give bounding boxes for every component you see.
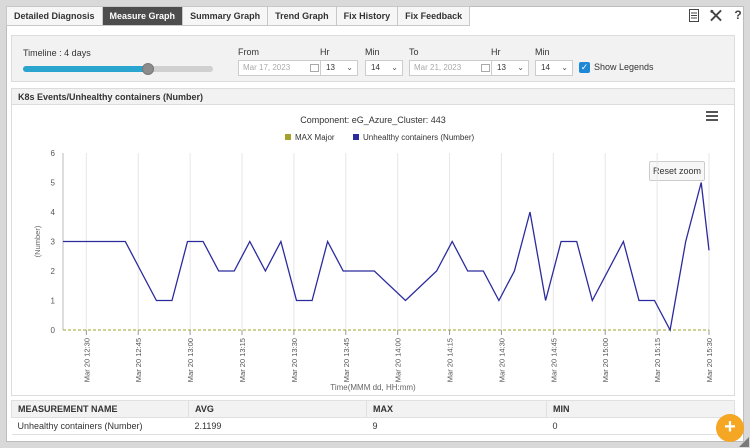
y-tick-label: 3 xyxy=(51,238,56,247)
table-row: Unhealthy containers (Number) 2.1199 9 0 xyxy=(11,417,735,435)
x-tick-label: Mar 20 13:00 xyxy=(186,338,195,382)
x-tick-label: Mar 20 14:45 xyxy=(549,338,558,382)
x-tick-label: Mar 20 14:30 xyxy=(497,338,506,382)
series-line-unhealthy-containers xyxy=(63,182,710,332)
x-tick-label: Mar 20 14:15 xyxy=(446,338,455,382)
to-min-select[interactable]: 14 ⌄ xyxy=(535,60,573,76)
resize-corner xyxy=(739,437,749,447)
legend-swatch-max-major xyxy=(285,134,291,140)
x-tick-label: Mar 20 13:30 xyxy=(290,338,299,382)
y-tick-label: 4 xyxy=(51,208,56,217)
from-min-value: 14 xyxy=(371,63,380,72)
col-min: MIN xyxy=(546,400,735,418)
legend-label-max-major: MAX Major xyxy=(295,133,335,142)
chevron-down-icon: ⌄ xyxy=(517,63,524,72)
show-legends-checkbox[interactable]: ✓ xyxy=(579,62,590,73)
y-axis-label: (Number) xyxy=(33,225,42,257)
legend-label-unhealthy: Unhealthy containers (Number) xyxy=(363,133,474,142)
cell-min: 0 xyxy=(546,417,735,435)
timeline-slider[interactable] xyxy=(23,63,213,75)
help-icon[interactable]: ? xyxy=(732,8,744,22)
from-label: From xyxy=(238,47,259,57)
col-measurement-name: MEASUREMENT NAME xyxy=(11,400,189,418)
tab-detailed-diagnosis[interactable]: Detailed Diagnosis xyxy=(7,7,103,25)
to-date-value: Mar 21, 2023 xyxy=(414,63,462,72)
x-tick-label: Mar 20 14:00 xyxy=(394,338,403,382)
to-hr-label: Hr xyxy=(491,47,501,57)
tab-fix-feedback[interactable]: Fix Feedback xyxy=(398,7,470,25)
chevron-down-icon: ⌄ xyxy=(346,63,353,72)
x-tick-label: Mar 20 12:30 xyxy=(82,338,91,382)
x-tick-label: Mar 20 15:15 xyxy=(653,338,662,382)
timeline-slider-handle[interactable] xyxy=(142,63,155,75)
y-tick-label: 6 xyxy=(51,149,56,158)
tab-trend-graph[interactable]: Trend Graph xyxy=(268,7,337,25)
x-tick-label: Mar 20 13:45 xyxy=(342,338,351,382)
cell-measurement-name: Unhealthy containers (Number) xyxy=(11,417,189,435)
chart-panel-title: K8s Events/Unhealthy containers (Number) xyxy=(12,89,734,105)
to-label: To xyxy=(409,47,419,57)
timeline-panel: Timeline : 4 days From Mar 17, 2023 Hr 1… xyxy=(11,35,735,82)
show-legends-label: Show Legends xyxy=(594,62,654,72)
x-tick-label: Mar 20 15:00 xyxy=(601,338,610,382)
timeline-label: Timeline : 4 days xyxy=(23,48,91,58)
from-min-label: Min xyxy=(365,47,380,57)
cell-max: 9 xyxy=(366,417,547,435)
line-chart[interactable]: Component: eG_Azure_Cluster: 443 MAX Majo… xyxy=(12,105,734,395)
cell-avg: 2.1199 xyxy=(188,417,367,435)
from-hr-value: 13 xyxy=(326,63,335,72)
tab-fix-history[interactable]: Fix History xyxy=(336,7,399,25)
col-avg: AVG xyxy=(188,400,367,418)
from-hr-label: Hr xyxy=(320,47,330,57)
calendar-icon[interactable] xyxy=(481,64,490,72)
chevron-down-icon: ⌄ xyxy=(391,63,398,72)
y-tick-label: 5 xyxy=(51,179,56,188)
from-date-input[interactable]: Mar 17, 2023 xyxy=(238,60,323,76)
chart-title: Component: eG_Azure_Cluster: 443 xyxy=(300,115,446,125)
stats-table: MEASUREMENT NAME AVG MAX MIN Unhealthy c… xyxy=(11,400,735,435)
y-tick-label: 0 xyxy=(51,326,56,335)
add-button[interactable]: + xyxy=(716,414,744,442)
tab-summary-graph[interactable]: Summary Graph xyxy=(183,7,269,25)
to-hr-value: 13 xyxy=(497,63,506,72)
legend-swatch-unhealthy xyxy=(353,134,359,140)
x-axis-label: Time(MMM dd, HH:mm) xyxy=(330,383,416,392)
tab-bar: Detailed Diagnosis Measure Graph Summary… xyxy=(6,6,471,26)
from-min-select[interactable]: 14 ⌄ xyxy=(365,60,403,76)
to-hr-select[interactable]: 13 ⌄ xyxy=(491,60,529,76)
col-max: MAX xyxy=(366,400,547,418)
calendar-icon[interactable] xyxy=(310,64,319,72)
timeline-slider-fill xyxy=(23,66,149,72)
y-tick-label: 2 xyxy=(51,267,56,276)
chart-card: K8s Events/Unhealthy containers (Number)… xyxy=(11,88,735,396)
chevron-down-icon: ⌄ xyxy=(561,63,568,72)
to-date-input[interactable]: Mar 21, 2023 xyxy=(409,60,494,76)
from-hr-select[interactable]: 13 ⌄ xyxy=(320,60,358,76)
x-tick-label: Mar 20 15:30 xyxy=(705,338,714,382)
document-icon[interactable] xyxy=(688,8,700,22)
tab-measure-graph[interactable]: Measure Graph xyxy=(102,7,184,25)
toolbar-icons: ? xyxy=(688,8,744,22)
tools-icon[interactable] xyxy=(710,8,722,22)
from-date-value: Mar 17, 2023 xyxy=(243,63,291,72)
to-min-value: 14 xyxy=(541,63,550,72)
to-min-label: Min xyxy=(535,47,550,57)
table-header-row: MEASUREMENT NAME AVG MAX MIN xyxy=(11,400,735,418)
x-tick-label: Mar 20 12:45 xyxy=(134,338,143,382)
x-tick-label: Mar 20 13:15 xyxy=(238,338,247,382)
y-tick-label: 1 xyxy=(51,297,56,306)
